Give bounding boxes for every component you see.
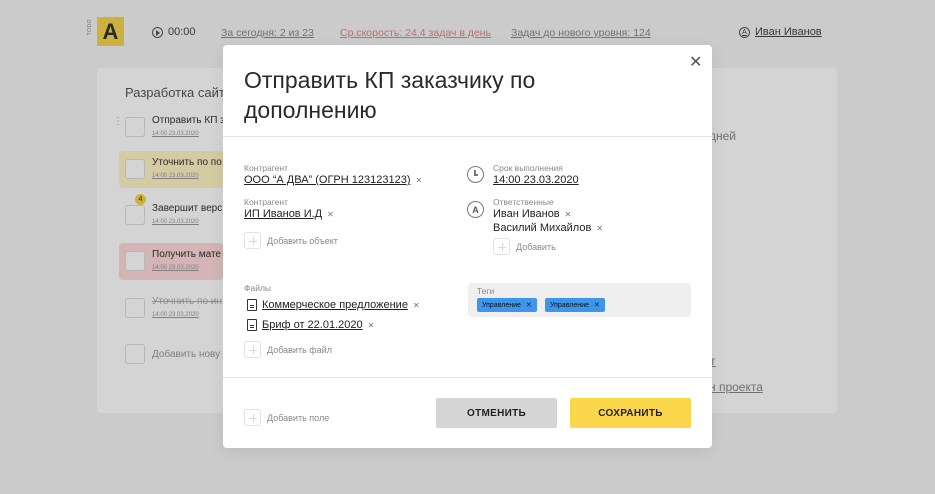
- person-name: Иван Иванов: [493, 208, 560, 220]
- contractor-label: Контрагент: [244, 197, 288, 207]
- divider: [223, 377, 712, 378]
- contractor-value[interactable]: ООО “А ДВА” (ОГРН 123123123) ✕: [244, 174, 422, 186]
- task-edit-modal: ✕ Отправить КП заказчику по дополнению К…: [223, 45, 712, 448]
- save-button[interactable]: СОХРАНИТЬ: [570, 398, 691, 428]
- contractor-label: Контрагент: [244, 163, 288, 173]
- tags-box[interactable]: Теги Управление ✕ Управление ✕: [468, 283, 691, 317]
- add-object-button[interactable]: Добавить объект: [244, 232, 338, 249]
- file-item[interactable]: Бриф от 22.01.2020 ✕: [247, 319, 374, 331]
- file-name[interactable]: Коммерческое предложение: [262, 299, 408, 311]
- person-name: Василий Михайлов: [493, 222, 592, 234]
- contractor-value[interactable]: ИП Иванов И.Д ✕: [244, 208, 334, 220]
- add-responsible-label: Добавить: [516, 241, 556, 252]
- add-responsible-button[interactable]: Добавить: [493, 238, 556, 255]
- remove-icon[interactable]: ✕: [596, 224, 603, 233]
- tag-chip[interactable]: Управление ✕: [477, 298, 537, 312]
- divider: [223, 136, 712, 137]
- plus-icon: [244, 232, 261, 249]
- plus-icon: [244, 341, 261, 358]
- add-object-label: Добавить объект: [267, 235, 338, 246]
- remove-icon[interactable]: ✕: [565, 210, 572, 219]
- close-icon[interactable]: ✕: [689, 55, 702, 71]
- contractor-name[interactable]: ИП Иванов И.Д: [244, 208, 322, 220]
- user-icon: A: [467, 201, 484, 218]
- cancel-button[interactable]: ОТМЕНИТЬ: [436, 398, 557, 428]
- file-icon: [247, 299, 257, 311]
- tags-label: Теги: [477, 286, 495, 296]
- remove-icon[interactable]: ✕: [327, 210, 334, 219]
- file-name[interactable]: Бриф от 22.01.2020: [262, 319, 363, 331]
- add-field-label: Добавить поле: [267, 412, 330, 423]
- deadline-date[interactable]: 14:00 23.03.2020: [493, 174, 579, 186]
- remove-icon[interactable]: ✕: [368, 321, 375, 330]
- contractor-name[interactable]: ООО “А ДВА” (ОГРН 123123123): [244, 174, 411, 186]
- tag-label: Управление: [550, 301, 589, 309]
- remove-icon[interactable]: ✕: [594, 301, 600, 309]
- plus-icon: [244, 409, 261, 426]
- remove-icon[interactable]: ✕: [526, 301, 532, 309]
- remove-icon[interactable]: ✕: [413, 301, 420, 310]
- deadline-label: Срок выполнения: [493, 163, 563, 173]
- responsible-label: Ответственные: [493, 197, 554, 207]
- file-item[interactable]: Коммерческое предложение ✕: [247, 299, 420, 311]
- clock-icon: [467, 166, 484, 183]
- responsible-person[interactable]: Василий Михайлов ✕: [493, 222, 603, 234]
- remove-icon[interactable]: ✕: [416, 176, 423, 185]
- deadline-value[interactable]: 14:00 23.03.2020: [493, 174, 579, 186]
- plus-icon: [493, 238, 510, 255]
- add-file-label: Добавить файл: [267, 344, 332, 355]
- responsible-person[interactable]: Иван Иванов ✕: [493, 208, 571, 220]
- tag-label: Управление: [482, 301, 521, 309]
- add-field-button[interactable]: Добавить поле: [244, 409, 329, 426]
- files-label: Файлы: [244, 283, 272, 293]
- tag-chip[interactable]: Управление ✕: [545, 298, 605, 312]
- modal-title: Отправить КП заказчику по дополнению: [244, 67, 536, 123]
- file-icon: [247, 319, 257, 331]
- add-file-button[interactable]: Добавить файл: [244, 341, 332, 358]
